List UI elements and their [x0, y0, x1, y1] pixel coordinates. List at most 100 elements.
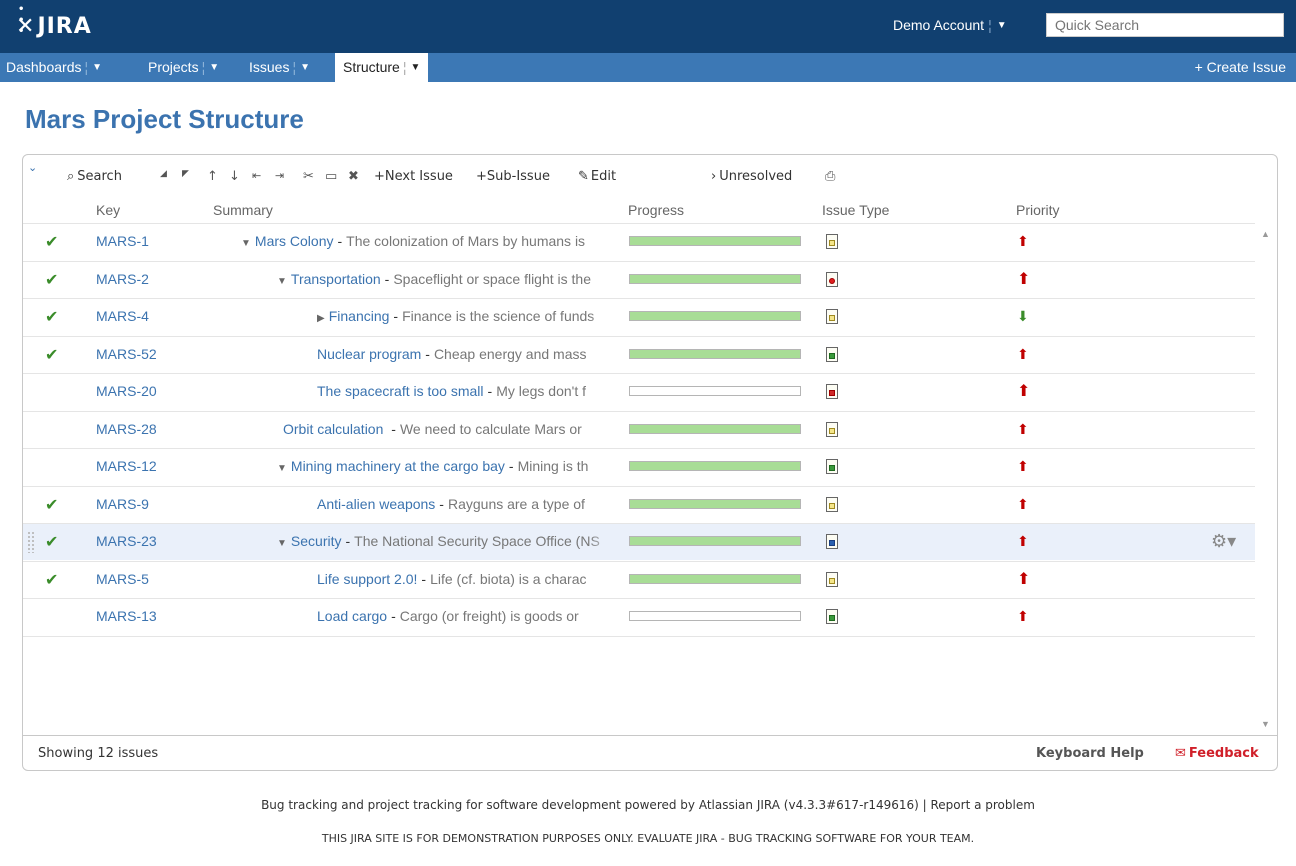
chevron-down-icon[interactable]: ▼: [300, 53, 310, 82]
chevron-down-icon[interactable]: ▼: [209, 53, 219, 82]
issue-key-link[interactable]: MARS-20: [96, 383, 157, 399]
issue-key-link[interactable]: MARS-4: [96, 308, 149, 324]
issue-summary-link[interactable]: Load cargo: [317, 608, 387, 624]
feedback-icon: ✉: [1175, 746, 1186, 761]
issue-summary-link[interactable]: Mining machinery at the cargo bay: [291, 458, 505, 474]
remove-icon[interactable]: ✖: [348, 169, 359, 184]
table-row[interactable]: MARS-20 The spacecraft is too small - My le…: [23, 373, 1255, 410]
print-icon[interactable]: ⎙: [825, 169, 835, 184]
table-row[interactable]: ✔ MARS-4 ▶ Financing - Finance is the science…: [23, 298, 1255, 335]
table-row[interactable]: MARS-28 Orbit calculation - We need to cal…: [23, 410, 1255, 448]
summary-fade: [589, 486, 615, 523]
next-issue-button[interactable]: +Next Issue: [374, 169, 453, 184]
scrollbar[interactable]: ▲ ▼: [1255, 223, 1277, 735]
progress-bar: [629, 273, 801, 284]
issue-key-link[interactable]: MARS-9: [96, 496, 149, 512]
issue-key-link[interactable]: MARS-5: [96, 571, 149, 587]
quick-search-input[interactable]: [1046, 13, 1284, 37]
gear-icon[interactable]: ⚙▾: [1211, 531, 1236, 552]
column-header-key[interactable]: Key: [96, 202, 120, 218]
issue-summary-link[interactable]: Mars Colony: [255, 233, 334, 249]
table-row[interactable]: ✔ MARS-2 ▼ Transportation - Spaceflight or sp…: [23, 260, 1255, 298]
expand-down-icon[interactable]: ▼: [277, 276, 287, 287]
issue-summary-link[interactable]: Security: [291, 533, 342, 549]
account-menu[interactable]: Demo Account ¦ ▼: [893, 17, 1007, 33]
create-issue-button[interactable]: + Create Issue: [1195, 53, 1286, 82]
outdent-icon[interactable]: ⇤: [252, 169, 261, 182]
table-row[interactable]: ✔ MARS-23 ▼ Security - The National Security …: [23, 523, 1255, 560]
issue-key-link[interactable]: MARS-12: [96, 458, 157, 474]
issue-key-link[interactable]: MARS-2: [96, 271, 149, 287]
paste-icon[interactable]: ▭: [325, 169, 337, 184]
scroll-down-icon[interactable]: ▼: [1261, 719, 1270, 729]
jira-logo-icon: ✕ • • •: [16, 4, 36, 39]
summary-fade: [589, 411, 615, 448]
issue-key-link[interactable]: MARS-52: [96, 346, 157, 362]
summary-separator: -: [487, 383, 493, 399]
nav-label: Issues: [249, 59, 290, 75]
issue-summary-link[interactable]: Nuclear program: [317, 346, 421, 362]
search-icon: ⌕: [67, 169, 75, 184]
move-down-icon[interactable]: ↓: [229, 169, 240, 184]
summary-cell: ▼ Mars Colony - The colonization of Mars by…: [203, 224, 615, 261]
issue-key-link[interactable]: MARS-23: [96, 533, 157, 549]
table-row[interactable]: ✔ MARS-5 Life support 2.0! - Life (cf. biota…: [23, 560, 1255, 598]
column-header-priority[interactable]: Priority: [1016, 202, 1060, 218]
expand-down-icon[interactable]: ▼: [277, 463, 287, 474]
move-up-level-icon[interactable]: ◢: [160, 169, 167, 179]
resolved-check-icon: ✔: [45, 496, 59, 514]
issue-summary-link[interactable]: Orbit calculation: [283, 421, 387, 437]
issue-description: Finance is the science of funds: [402, 308, 595, 324]
scroll-up-icon[interactable]: ▲: [1261, 229, 1270, 239]
chevron-down-icon[interactable]: ▼: [410, 53, 420, 82]
divider: ¦: [988, 17, 992, 33]
column-header-issue-type[interactable]: Issue Type: [822, 202, 889, 218]
issue-summary-link[interactable]: Transportation: [291, 271, 381, 287]
summary-fade: [589, 374, 615, 410]
table-row[interactable]: ✔ MARS-52 Nuclear program - Cheap energy and…: [23, 335, 1255, 374]
issue-summary-link[interactable]: Life support 2.0!: [317, 571, 417, 587]
jira-logo[interactable]: ✕ • • • JIRA: [16, 4, 92, 39]
nav-issues[interactable]: Issues ¦ ▼: [249, 53, 310, 82]
nav-dashboards[interactable]: Dashboards ¦ ▼: [6, 53, 102, 82]
sub-issue-button[interactable]: +Sub-Issue: [476, 169, 550, 184]
table-row[interactable]: MARS-13 Load cargo - Cargo (or freight) is …: [23, 598, 1255, 635]
table-row[interactable]: MARS-12 ▼ Mining machinery at the cargo ba…: [23, 448, 1255, 485]
issue-key-link[interactable]: MARS-1: [96, 233, 149, 249]
cut-icon[interactable]: ✂: [303, 169, 314, 184]
issue-key-link[interactable]: MARS-28: [96, 421, 157, 437]
move-down-level-icon[interactable]: ◤: [182, 169, 189, 179]
resolved-check-icon: ✔: [45, 234, 59, 251]
expand-down-icon[interactable]: ▼: [277, 538, 287, 549]
feedback-link[interactable]: ✉ Feedback: [1175, 746, 1259, 761]
summary-separator: -: [337, 233, 343, 249]
search-button[interactable]: ⌕ Search: [67, 169, 122, 184]
issue-summary-link[interactable]: Anti-alien weapons: [317, 496, 435, 512]
move-up-icon[interactable]: ↑: [207, 169, 218, 184]
main-nav: Dashboards ¦ ▼ Projects ¦ ▼ Issues ¦ ▼ Structu…: [0, 53, 1296, 82]
nav-structure[interactable]: Structure ¦ ▼: [335, 53, 429, 82]
chevron-down-icon[interactable]: ▼: [92, 53, 102, 82]
resolved-check-icon: ✔: [45, 346, 59, 364]
issue-summary-link[interactable]: Financing: [329, 308, 390, 324]
summary-fade: [589, 224, 615, 260]
progress-fill: [630, 424, 800, 433]
issue-summary-link[interactable]: The spacecraft is too small: [317, 383, 484, 399]
table-row[interactable]: ✔ MARS-1 ▼ Mars Colony - The colonization of …: [23, 223, 1255, 260]
summary-separator: -: [391, 420, 396, 437]
issue-description: We need to calculate Mars or: [399, 420, 582, 437]
table-row[interactable]: ✔ MARS-9 Anti-alien weapons - Rayguns are a …: [23, 485, 1255, 523]
drag-handle-icon[interactable]: [27, 531, 35, 553]
column-header-summary[interactable]: Summary: [213, 202, 273, 218]
expand-right-icon[interactable]: ▶: [317, 313, 325, 324]
keyboard-help-link[interactable]: Keyboard Help: [1036, 746, 1144, 761]
column-header-progress[interactable]: Progress: [628, 202, 684, 218]
nav-projects[interactable]: Projects ¦ ▼: [148, 53, 219, 82]
summary-cell: Nuclear program - Cheap energy and mass: [203, 337, 615, 374]
edit-button[interactable]: ✎ Edit: [578, 169, 616, 184]
expand-down-icon[interactable]: ▼: [241, 238, 251, 249]
issue-key-link[interactable]: MARS-13: [96, 608, 157, 624]
collapse-all-icon[interactable]: ⌄: [28, 161, 37, 174]
unresolved-filter[interactable]: › Unresolved: [711, 169, 792, 184]
indent-icon[interactable]: ⇥: [275, 169, 284, 182]
